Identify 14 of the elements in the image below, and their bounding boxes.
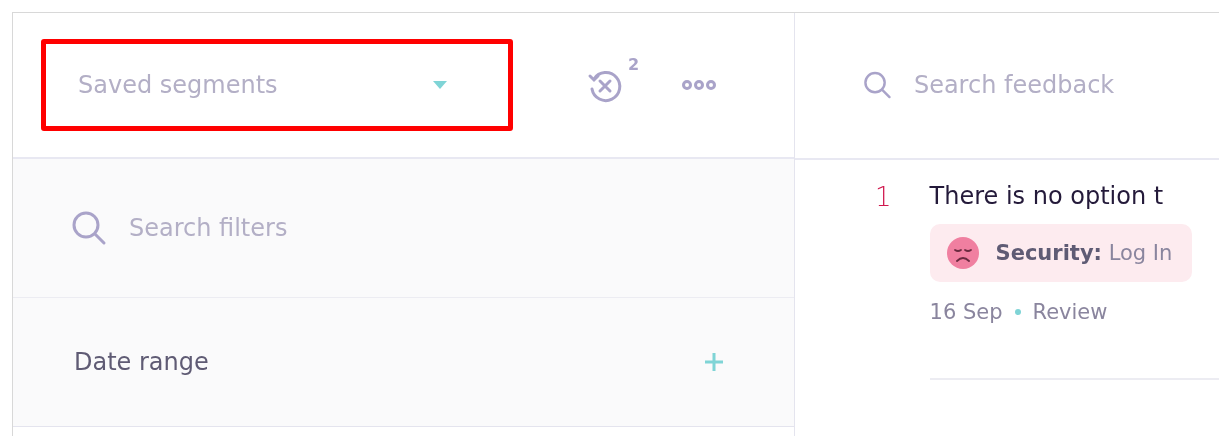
feedback-status: Review xyxy=(1032,300,1108,324)
feedback-search-field[interactable]: Search feedback xyxy=(913,71,1219,99)
feedback-date: 16 Sep xyxy=(929,300,1003,324)
topic-tag[interactable]: Security: Log In xyxy=(929,224,1193,282)
caret-icon xyxy=(432,80,448,90)
filter-label: Date range xyxy=(74,348,209,376)
more-icon[interactable] xyxy=(681,79,718,91)
search-icon xyxy=(71,210,107,246)
rank-number: 1 xyxy=(875,182,892,214)
filter-search-field[interactable]: Search filters xyxy=(129,214,509,242)
history-count: 2 xyxy=(628,55,640,74)
sad-face-icon xyxy=(945,236,980,270)
add-icon[interactable] xyxy=(704,352,724,372)
feedback-text[interactable]: There is no option t xyxy=(929,182,1219,210)
